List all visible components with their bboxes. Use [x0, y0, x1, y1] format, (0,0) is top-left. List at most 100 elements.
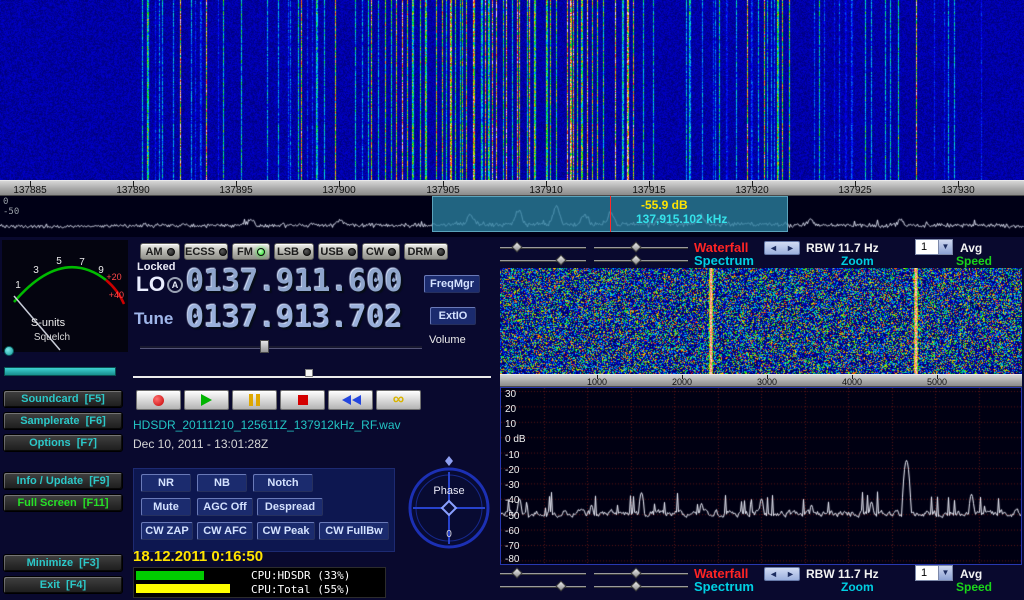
- mode-drm-button[interactable]: DRM: [404, 243, 448, 260]
- dropdown-arrow-icon[interactable]: ▼: [938, 566, 952, 580]
- avg-dropdown-value: 1: [916, 240, 938, 254]
- mode-usb-button[interactable]: USB: [318, 243, 358, 260]
- stop-button[interactable]: [280, 390, 325, 410]
- slider-thumb[interactable]: [630, 567, 641, 578]
- squelch-level-bar[interactable]: [4, 367, 116, 376]
- minimize-button[interactable]: Minimize [F3]: [3, 554, 123, 572]
- exit-button[interactable]: Exit [F4]: [3, 576, 123, 594]
- mode-ecss-button[interactable]: ECSS: [184, 243, 228, 260]
- mode-lsb-button[interactable]: LSB: [274, 243, 314, 260]
- extio-button[interactable]: ExtIO: [430, 307, 476, 325]
- tune-slider-thumb[interactable]: [305, 369, 313, 377]
- freq-label: 137905: [426, 185, 459, 196]
- slider-thumb[interactable]: [630, 580, 641, 591]
- zoom-slider-2[interactable]: [594, 581, 688, 592]
- squelch-knob[interactable]: [4, 346, 14, 356]
- audio-frequency-scale[interactable]: 1000 2000 3000 4000 5000: [500, 374, 1022, 387]
- fullscreen-button[interactable]: Full Screen [F11]: [3, 494, 123, 512]
- spectrum-range-slider[interactable]: [500, 255, 586, 266]
- cw-zap-button[interactable]: CW ZAP: [141, 522, 193, 540]
- mode-am-button[interactable]: AM: [140, 243, 180, 260]
- lo-lock-badge[interactable]: A: [167, 277, 183, 293]
- mode-label: USB: [320, 246, 343, 258]
- nb-button[interactable]: NB: [197, 474, 247, 492]
- waterfall-shift-control[interactable]: ◄ ►: [764, 241, 800, 255]
- dropdown-arrow-icon[interactable]: ▼: [938, 240, 952, 254]
- slider-thumb[interactable]: [511, 567, 522, 578]
- slider-thumb[interactable]: [511, 241, 522, 252]
- loop-icon: ∞: [393, 393, 404, 407]
- agc-button[interactable]: AGC Off: [197, 498, 253, 516]
- freqmgr-button[interactable]: FreqMgr: [424, 275, 480, 293]
- avg-dropdown[interactable]: 1 ▼: [915, 239, 953, 255]
- mute-button[interactable]: Mute: [141, 498, 191, 516]
- volume-slider[interactable]: [140, 340, 422, 353]
- despread-button[interactable]: Despread: [257, 498, 323, 516]
- right-arrow-icon[interactable]: ►: [786, 243, 795, 253]
- right-arrow-icon[interactable]: ►: [786, 569, 795, 579]
- play-button[interactable]: [184, 390, 229, 410]
- cursor-frequency-readout: 137,915.102 kHz: [636, 212, 727, 226]
- avg-dropdown-2[interactable]: 1 ▼: [915, 565, 953, 581]
- options-button[interactable]: Options [F7]: [3, 434, 123, 452]
- slider-thumb[interactable]: [555, 580, 566, 591]
- cw-fullbw-button[interactable]: CW FullBw: [319, 522, 389, 540]
- cw-afc-button[interactable]: CW AFC: [197, 522, 253, 540]
- cpu-hdsdr-bar: [136, 571, 204, 580]
- freq-label: 137915: [632, 185, 665, 196]
- audio-waterfall[interactable]: [500, 268, 1022, 374]
- record-icon: [153, 395, 164, 406]
- slider-thumb[interactable]: [630, 241, 641, 252]
- pause-button[interactable]: [232, 390, 277, 410]
- tune-frequency-display[interactable]: 0137.913.702: [186, 300, 403, 335]
- mode-fm-button[interactable]: FM: [232, 243, 270, 260]
- waterfall-contrast-slider[interactable]: [500, 242, 586, 253]
- volume-slider-track[interactable]: [140, 346, 422, 349]
- left-arrow-icon[interactable]: ◄: [769, 569, 778, 579]
- avg-dropdown-value: 1: [916, 566, 938, 580]
- db-tick-label: -70: [505, 541, 519, 552]
- soundcard-button[interactable]: Soundcard [F5]: [3, 390, 123, 408]
- db-tick-label: -40: [505, 495, 519, 506]
- usb-led-icon: [348, 248, 356, 256]
- waterfall-contrast-slider-2[interactable]: [500, 568, 586, 579]
- waterfall-shift-control-2[interactable]: ◄ ►: [764, 567, 800, 581]
- rewind-button[interactable]: [328, 390, 373, 410]
- cw-peak-button[interactable]: CW Peak: [257, 522, 315, 540]
- samplerate-button[interactable]: Samplerate [F6]: [3, 412, 123, 430]
- overview-spectrum[interactable]: 0 -50 -55.9 dB 137,915.102 kHz: [0, 196, 1024, 237]
- loop-button[interactable]: ∞: [376, 390, 421, 410]
- drm-led-icon: [437, 248, 445, 256]
- svg-text:3: 3: [33, 265, 39, 276]
- spectrum-range-slider-2[interactable]: [500, 581, 586, 592]
- freq-label: 137930: [941, 185, 974, 196]
- waterfall-brightness-slider[interactable]: [594, 242, 688, 253]
- audio-scale-label: 5000: [927, 377, 947, 387]
- svg-text:1: 1: [15, 280, 21, 291]
- lo-frequency-display[interactable]: 0137.911.600: [186, 264, 403, 299]
- slider-thumb[interactable]: [555, 254, 566, 265]
- mode-cw-button[interactable]: CW: [362, 243, 400, 260]
- audio-spectrum[interactable]: 30 20 10 0 dB -10 -20 -30 -40 -50 -60 -7…: [500, 387, 1022, 565]
- cpu-total-bar: [136, 584, 230, 593]
- strip-db-label: 0: [3, 197, 8, 207]
- info-update-button[interactable]: Info / Update [F9]: [3, 472, 123, 490]
- zoom-slider[interactable]: [594, 255, 688, 266]
- avg-label-2: Avg: [960, 567, 982, 581]
- main-waterfall[interactable]: [0, 0, 1024, 180]
- nr-button[interactable]: NR: [141, 474, 191, 492]
- spectrum-label: Spectrum: [694, 253, 754, 268]
- svg-text:+40: +40: [109, 290, 124, 300]
- frequency-scale[interactable]: 137885 137890 137895 137900 137905 13791…: [0, 180, 1024, 196]
- volume-slider-thumb[interactable]: [260, 340, 269, 353]
- phase-dial[interactable]: Phase 0: [404, 455, 494, 550]
- waterfall-brightness-slider-2[interactable]: [594, 568, 688, 579]
- tune-slider[interactable]: [133, 369, 491, 380]
- speed-label: Speed: [956, 254, 992, 268]
- slider-thumb[interactable]: [630, 254, 641, 265]
- left-arrow-icon[interactable]: ◄: [769, 243, 778, 253]
- db-tick-label: 10: [505, 419, 516, 430]
- svg-text:S-units: S-units: [31, 317, 66, 329]
- notch-button[interactable]: Notch: [253, 474, 313, 492]
- record-button[interactable]: [136, 390, 181, 410]
